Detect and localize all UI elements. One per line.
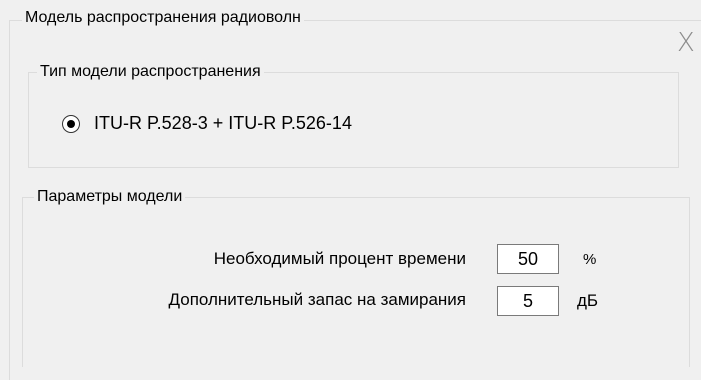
model-params-group-title: Параметры модели	[34, 187, 186, 207]
model-type-radio-option[interactable]: ITU-R P.528-3 + ITU-R P.526-14	[62, 113, 352, 134]
close-icon[interactable]: X	[677, 30, 695, 56]
time-percent-input[interactable]: 50	[497, 244, 559, 274]
time-percent-label: Необходимый процент времени	[213, 249, 466, 268]
model-type-radio-label[interactable]: ITU-R P.528-3 + ITU-R P.526-14	[94, 113, 352, 134]
fade-margin-label: Дополнительный запас на замирания	[168, 290, 466, 309]
time-percent-unit: %	[583, 251, 597, 268]
propagation-model-group-title: Модель распространения радиоволн	[22, 8, 304, 28]
model-type-group-title: Тип модели распространения	[37, 62, 264, 82]
fade-margin-input[interactable]: 5	[497, 286, 559, 316]
model-params-group	[22, 197, 690, 367]
fade-margin-unit: дБ	[577, 291, 599, 310]
radio-button-checked[interactable]	[62, 114, 80, 133]
